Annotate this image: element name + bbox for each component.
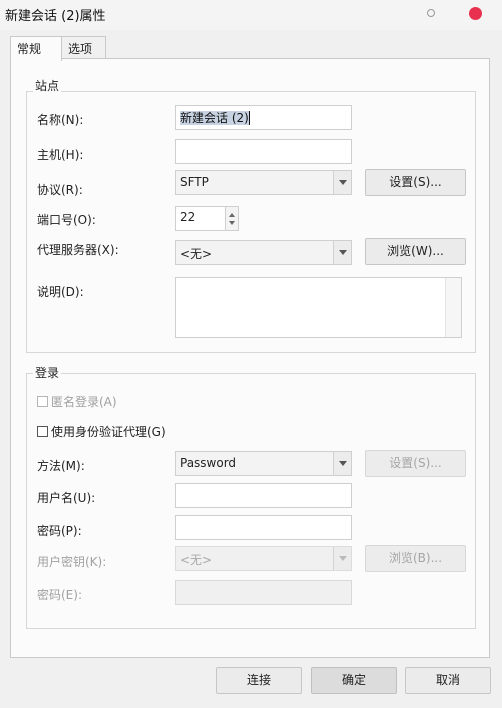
proxy-browse-button[interactable]: 浏览(W)... [365, 238, 466, 265]
host-label: 主机(H): [37, 148, 84, 162]
chevron-down-icon [333, 547, 351, 570]
tab-options[interactable]: 选项 [61, 36, 106, 59]
ok-button[interactable]: 确定 [311, 667, 397, 694]
proxy-label: 代理服务器(X): [37, 243, 119, 257]
method-select[interactable]: Password [175, 451, 352, 476]
username-label: 用户名(U): [37, 491, 96, 505]
user-key-value: <无> [180, 553, 213, 567]
text-caret [248, 111, 250, 125]
description-scrollbar[interactable] [445, 278, 461, 337]
chevron-down-icon [333, 171, 351, 194]
password-label: 密码(P): [37, 524, 82, 538]
close-icon[interactable] [469, 7, 482, 20]
login-group-title: 登录 [33, 364, 62, 381]
window-title: 新建会话 (2)属性 [5, 9, 106, 24]
user-key-label: 用户密钥(K): [37, 555, 107, 569]
minimize-icon[interactable] [427, 9, 435, 17]
user-key-select[interactable]: <无> [175, 546, 352, 571]
tab-panel-general: 站点 名称(N): 新建会话 (2) 主机(H): 协议(R): SFTP 设置… [10, 58, 490, 658]
user-key-browse-button[interactable]: 浏览(B)... [365, 545, 466, 572]
proxy-select[interactable]: <无> [175, 240, 352, 265]
chevron-down-icon [333, 241, 351, 264]
checkbox-box [37, 426, 48, 437]
dialog-footer: 连接 确定 取消 [0, 660, 502, 708]
protocol-label: 协议(R): [37, 183, 83, 197]
connect-button[interactable]: 连接 [216, 667, 302, 694]
chevron-down-icon [333, 452, 351, 475]
port-label: 端口号(O): [37, 213, 96, 227]
name-field[interactable]: 新建会话 (2) [175, 105, 352, 130]
port-stepper[interactable] [225, 206, 239, 231]
description-label: 说明(D): [37, 285, 84, 299]
username-field[interactable] [175, 483, 352, 508]
checkbox-box [37, 396, 48, 407]
tab-general[interactable]: 常规 [10, 36, 62, 61]
use-auth-agent-checkbox[interactable]: 使用身份验证代理(G) [37, 423, 166, 440]
host-field[interactable] [175, 139, 352, 164]
method-label: 方法(M): [37, 459, 85, 473]
passphrase-label: 密码(E): [37, 588, 82, 602]
proxy-value: <无> [180, 247, 213, 261]
method-value: Password [180, 456, 237, 470]
passphrase-field[interactable] [175, 580, 352, 605]
spin-up-icon[interactable] [229, 213, 235, 217]
spin-down-icon[interactable] [229, 221, 235, 225]
protocol-settings-button[interactable]: 设置(S)... [365, 169, 466, 196]
session-properties-dialog: 新建会话 (2)属性 常规 选项 站点 名称(N): 新建会话 (2) 主机(H… [0, 0, 502, 708]
name-value: 新建会话 (2) [180, 111, 249, 125]
title-bar: 新建会话 (2)属性 [0, 0, 502, 30]
name-label: 名称(N): [37, 113, 84, 127]
use-auth-agent-label: 使用身份验证代理(G) [51, 425, 166, 439]
anonymous-login-checkbox[interactable]: 匿名登录(A) [37, 393, 117, 410]
description-textarea[interactable] [175, 277, 462, 338]
site-group-title: 站点 [33, 77, 62, 94]
port-field[interactable]: 22 [175, 206, 226, 231]
password-field[interactable] [175, 515, 352, 540]
method-settings-button[interactable]: 设置(S)... [365, 450, 466, 477]
cancel-button[interactable]: 取消 [405, 667, 491, 694]
anonymous-login-label: 匿名登录(A) [51, 395, 117, 409]
protocol-select[interactable]: SFTP [175, 170, 352, 195]
protocol-value: SFTP [180, 175, 209, 189]
